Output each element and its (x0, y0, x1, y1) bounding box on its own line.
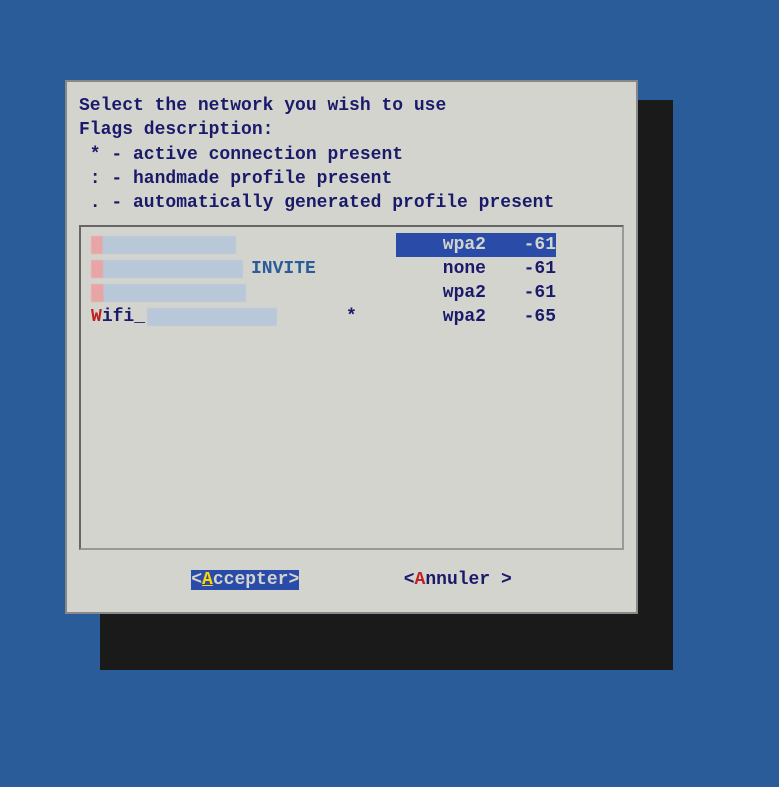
network-selected-highlight: wpa2 -61 (396, 233, 556, 257)
network-security: wpa2 (396, 281, 496, 305)
ssid-hotkey-letter: W (91, 305, 102, 329)
accept-button[interactable]: <Accepter> (191, 570, 299, 590)
network-flag (346, 257, 396, 281)
header-line-2: Flags description: (79, 120, 273, 140)
ssid-visible-part: ifi_ (102, 305, 145, 329)
network-ssid (91, 233, 346, 257)
network-signal: -65 (496, 305, 556, 329)
header-line-5: . - automatically generated profile pres… (79, 193, 554, 213)
network-signal: -61 (496, 257, 556, 281)
network-security: wpa2 (396, 305, 496, 329)
network-flag (346, 233, 396, 257)
redacted-ssid (91, 236, 236, 254)
redacted-ssid (91, 284, 246, 302)
network-ssid (91, 281, 346, 305)
network-ssid: INVITE (91, 257, 346, 281)
network-flag (346, 281, 396, 305)
redacted-ssid (91, 260, 243, 278)
dialog-instructions: Select the network you wish to use Flags… (79, 94, 624, 215)
dialog-buttons: <Accepter> <Annuler > (79, 550, 624, 600)
header-line-4: : - handmade profile present (79, 169, 392, 189)
network-ssid: Wifi_ (91, 305, 346, 329)
network-signal: -61 (496, 233, 556, 257)
network-row[interactable]: Wifi_ * wpa2 -65 (91, 305, 612, 329)
network-row[interactable]: INVITE none -61 (91, 257, 612, 281)
network-flag: * (346, 305, 396, 329)
network-row[interactable]: wpa2 -61 (91, 281, 612, 305)
network-list: wpa2 -61 INVITE none -61 wpa2 -61 (79, 225, 624, 550)
header-line-1: Select the network you wish to use (79, 96, 446, 116)
redacted-ssid-tail (147, 308, 277, 326)
header-line-3: * - active connection present (79, 145, 403, 165)
network-signal: -61 (496, 281, 556, 305)
network-select-dialog: Select the network you wish to use Flags… (65, 80, 638, 614)
cancel-hotkey: A (415, 570, 426, 590)
cancel-button[interactable]: <Annuler > (404, 570, 512, 590)
network-security: none (396, 257, 496, 281)
network-row[interactable]: wpa2 -61 (91, 233, 612, 257)
accept-hotkey: A (202, 570, 213, 590)
ssid-suffix: INVITE (251, 257, 316, 281)
network-security: wpa2 (396, 233, 496, 257)
